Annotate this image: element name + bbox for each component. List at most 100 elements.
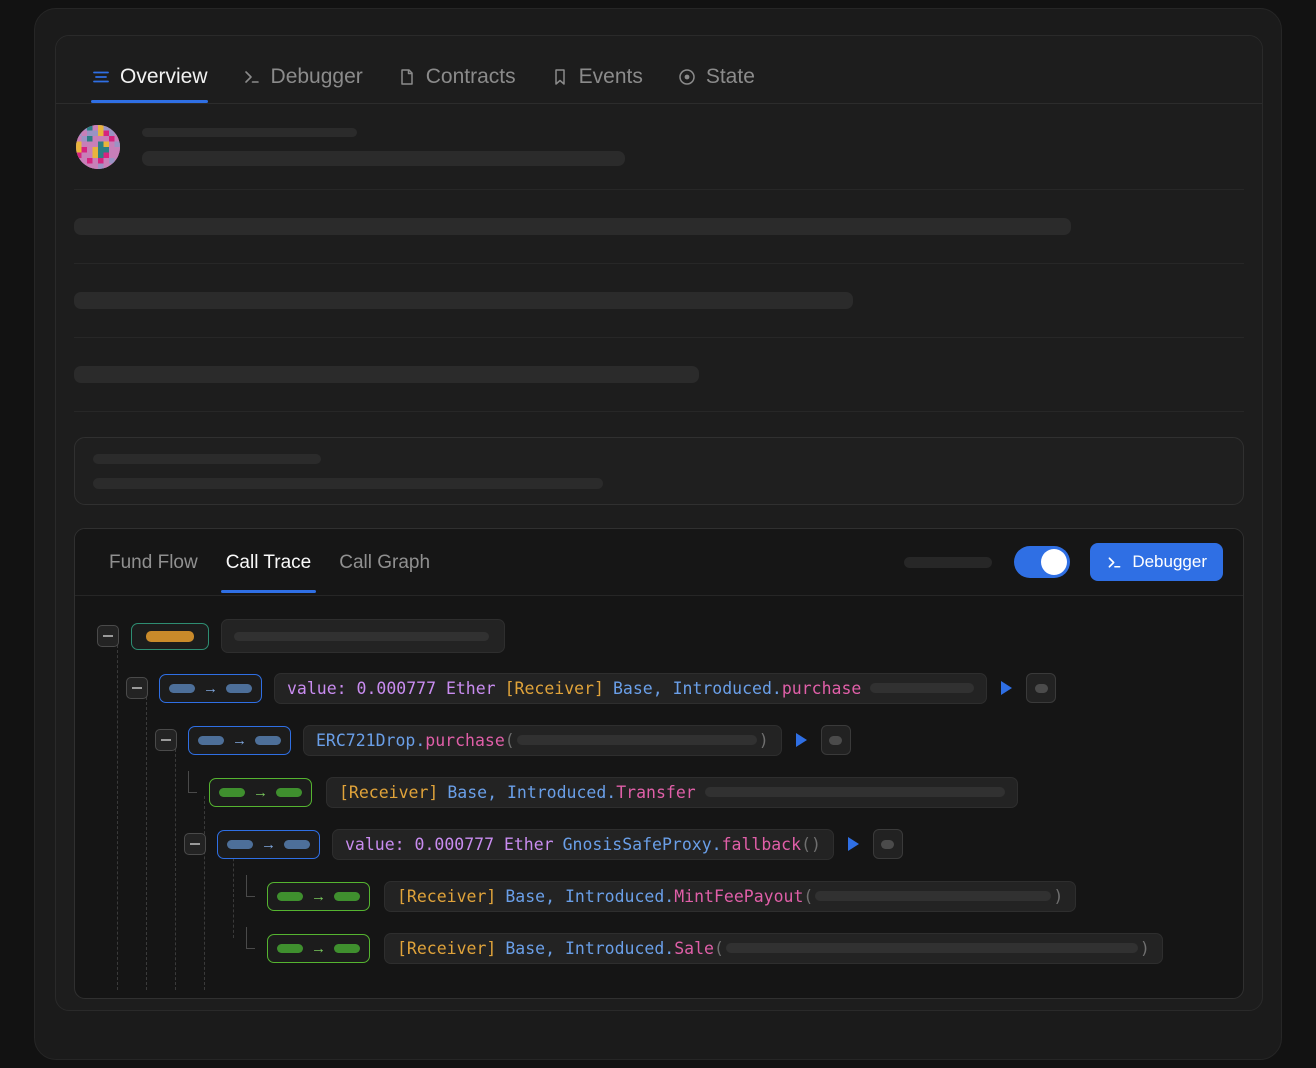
to-address-pill — [334, 891, 360, 901]
arguments-placeholder — [704, 787, 1005, 797]
dot-separator: . — [664, 886, 675, 906]
terminal-icon — [242, 67, 262, 87]
from-address-pill — [169, 683, 195, 693]
tab-state[interactable]: State — [660, 65, 772, 103]
address-chip-event[interactable]: → — [267, 881, 370, 911]
play-step-button[interactable] — [847, 837, 859, 851]
transaction-header-row — [74, 104, 1244, 190]
tab-call-graph[interactable]: Call Graph — [325, 532, 444, 593]
trace-call-label: ERC721Drop. purchase() — [303, 724, 782, 756]
play-step-button[interactable] — [795, 733, 807, 747]
table-row: → [Receiver] Base, Introduced. Transfer — [75, 766, 1243, 818]
table-row — [75, 610, 1243, 662]
to-address-pill — [226, 683, 252, 693]
event-name: Transfer — [616, 782, 696, 802]
main-tab-bar: Overview Debugger Contracts Events State — [56, 36, 1262, 104]
detail-row-1 — [74, 190, 1244, 264]
arguments-placeholder — [516, 735, 757, 745]
expander-toggle[interactable] — [155, 729, 177, 751]
arrow-icon: → — [253, 783, 268, 801]
call-trace-tree: → value: 0.000777 Ether [Receiver] Base,… — [75, 596, 1243, 998]
device-frame: Overview Debugger Contracts Events State… — [34, 8, 1282, 1060]
trace-event-label: [Receiver] Base, Introduced. Transfer — [326, 776, 1018, 808]
tab-fund-flow[interactable]: Fund Flow — [95, 532, 212, 593]
call-trace-card: Fund Flow Call Trace Call Graph Debugger… — [74, 528, 1244, 999]
open-paren: ( — [713, 938, 724, 958]
address-chip-event[interactable]: → — [209, 777, 312, 807]
receiver-tag: [Receiver] — [504, 678, 604, 698]
contract-name: GnosisSafeProxy — [562, 834, 712, 854]
document-icon — [397, 67, 417, 87]
to-address-pill — [334, 943, 360, 953]
dot-separator: . — [711, 834, 722, 854]
close-paren: ) — [1139, 938, 1150, 958]
dot-separator: . — [606, 782, 617, 802]
open-paren: ( — [504, 730, 515, 750]
tab-events[interactable]: Events — [533, 65, 660, 103]
summary-card — [74, 437, 1244, 505]
dot-separator: . — [415, 730, 426, 750]
target-icon — [677, 67, 697, 87]
trace-view-toggle[interactable] — [1014, 546, 1071, 578]
address-chip-root[interactable] — [131, 622, 209, 650]
call-value: value: 0.000777 Ether — [345, 834, 554, 854]
arrow-icon: → — [203, 679, 218, 697]
detail-row-3 — [74, 338, 1244, 412]
tab-debugger[interactable]: Debugger — [225, 65, 380, 103]
tab-overview[interactable]: Overview — [74, 65, 225, 103]
play-step-button[interactable] — [1001, 681, 1013, 695]
address-chip-call[interactable]: → — [188, 725, 291, 755]
function-name: purchase — [781, 678, 862, 698]
event-name: Sale — [674, 938, 714, 958]
gas-badge[interactable] — [872, 829, 903, 859]
dot-separator: . — [664, 938, 675, 958]
expander-toggle[interactable] — [97, 625, 119, 647]
gas-badge[interactable] — [1026, 673, 1057, 703]
arguments-placeholder — [870, 683, 975, 693]
table-row: → [Receiver] Base, Introduced. Sale() — [75, 922, 1243, 974]
open-paren: ( — [803, 886, 814, 906]
receiver-tag: [Receiver] — [397, 886, 497, 906]
receiver-tag: [Receiver] — [397, 938, 497, 958]
close-paren: ) — [758, 730, 769, 750]
tab-contracts[interactable]: Contracts — [380, 65, 533, 103]
table-row: → value: 0.000777 Ether [Receiver] Base,… — [75, 662, 1243, 714]
debugger-button[interactable]: Debugger — [1090, 543, 1223, 581]
tab-call-graph-label: Call Graph — [339, 551, 431, 573]
address-pill — [146, 630, 194, 642]
contract-name: Base, Introduced — [505, 886, 665, 906]
expander-toggle[interactable] — [126, 677, 148, 699]
tab-call-trace[interactable]: Call Trace — [212, 532, 326, 593]
arguments-placeholder — [815, 891, 1052, 901]
expander-toggle[interactable] — [184, 833, 206, 855]
close-paren: ) — [1053, 886, 1064, 906]
from-address-pill — [227, 839, 253, 849]
event-name: MintFeePayout — [674, 886, 804, 906]
tab-debugger-label: Debugger — [270, 65, 363, 88]
from-address-pill — [219, 787, 245, 797]
trace-call-label: value: 0.000777 Ether [Receiver] Base, I… — [274, 672, 988, 704]
gas-badge[interactable] — [820, 725, 851, 755]
overview-body: Fund Flow Call Trace Call Graph Debugger… — [56, 104, 1262, 999]
arrow-icon: → — [311, 887, 326, 905]
from-address-pill — [277, 943, 303, 953]
placeholder-bar — [93, 453, 321, 464]
placeholder-bar — [142, 127, 357, 137]
tab-state-label: State — [705, 65, 755, 88]
contract-name: Base, Introduced — [505, 938, 665, 958]
table-row: → ERC721Drop. purchase() — [75, 714, 1243, 766]
tree-branch-connector — [184, 771, 206, 803]
detail-row-2 — [74, 264, 1244, 338]
trace-call-label: value: 0.000777 Ether GnosisSafeProxy. fa… — [332, 828, 834, 860]
placeholder-bar — [74, 366, 699, 383]
receiver-tag: [Receiver] — [339, 782, 439, 802]
address-chip-event[interactable]: → — [267, 933, 370, 963]
address-chip-call[interactable]: → — [217, 829, 320, 859]
terminal-icon — [1106, 554, 1123, 571]
tab-overview-label: Overview — [120, 65, 208, 88]
toggle-label-placeholder — [904, 556, 993, 568]
function-name: purchase — [425, 730, 505, 750]
tab-contracts-label: Contracts — [425, 65, 516, 88]
address-chip-call[interactable]: → — [159, 673, 262, 703]
transaction-header-placeholder — [142, 127, 625, 166]
